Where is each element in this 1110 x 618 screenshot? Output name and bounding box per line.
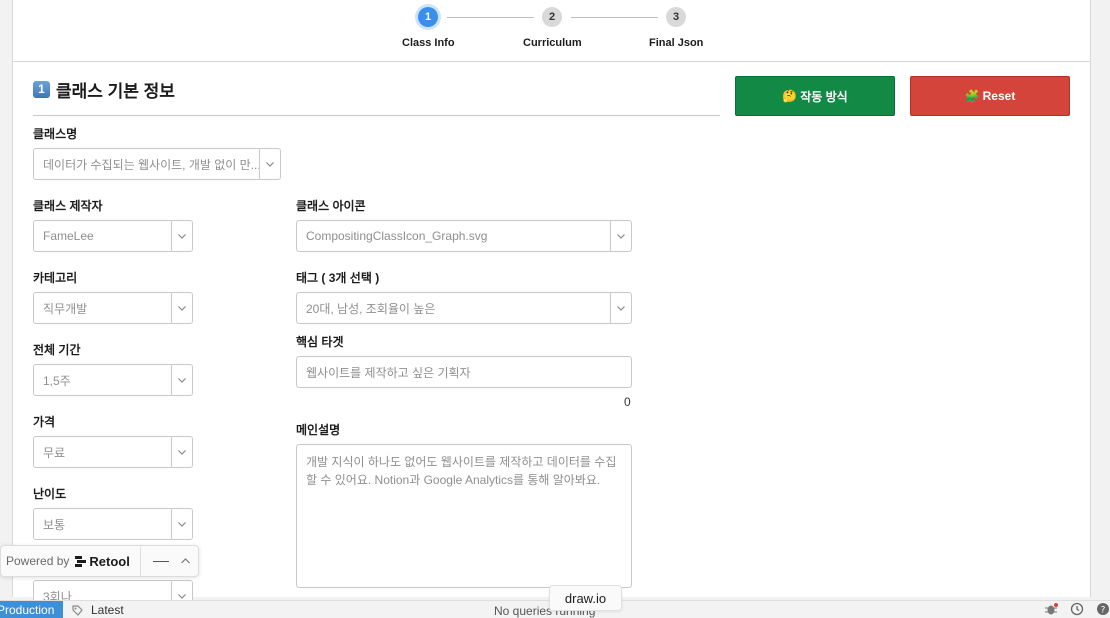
duration-select[interactable]: 1,5주 [33,364,193,396]
svg-text:?: ? [1101,606,1106,616]
step-1-label: Class Info [402,37,455,49]
step-3-circle[interactable]: 3 [666,7,686,27]
author-value: FameLee [43,229,94,243]
main-desc-textarea[interactable]: 개발 지식이 하나도 없어도 웹사이트를 제작하고 데이터를 수집할 수 있어요… [296,444,632,588]
chevron-down-icon[interactable] [259,149,280,179]
reset-button[interactable]: 🧩 Reset [910,76,1070,116]
duration-value: 1,5주 [43,373,71,388]
powered-by-label: Powered by [6,554,70,568]
step-2-circle[interactable]: 2 [542,7,562,27]
app-canvas: 1 2 3 Class Info Curriculum Final Json 1… [12,0,1091,612]
dots-icon[interactable] [152,560,169,563]
step-connector-1 [447,17,534,18]
release-label: Latest [91,603,124,617]
main-desc-label: 메인설명 [296,423,341,437]
author-select[interactable]: FameLee [33,220,193,252]
history-icon[interactable] [1070,602,1084,616]
price-value: 무료 [43,445,66,460]
reset-label: Reset [982,89,1016,103]
chevron-up-icon[interactable] [180,558,190,564]
category-select[interactable]: 직무개발 [33,292,193,324]
class-name-select[interactable]: 데이터가 수집되는 웹사이트, 개발 없이 만... [33,148,281,180]
progress-stepper: 1 2 3 Class Info Curriculum Final Json [13,0,1090,62]
target-label: 핵심 타겟 [296,335,344,349]
price-label: 가격 [33,415,56,429]
main-desc-placeholder: 개발 지식이 하나도 없어도 웹사이트를 제작하고 데이터를 수집할 수 있어요… [306,455,617,487]
price-select[interactable]: 무료 [33,436,193,468]
title-divider [33,115,720,116]
retool-logo: Retool [75,553,130,569]
target-placeholder: 웹사이트를 제작하고 싶은 기획자 [306,365,471,380]
section-title-text: 클래스 기본 정보 [56,82,175,101]
tooltip: draw.io [549,585,622,611]
environment-badge[interactable]: Production [0,601,63,618]
class-name-value: 데이터가 수집되는 웹사이트, 개발 없이 만... [43,157,259,172]
chevron-down-icon[interactable] [171,437,192,467]
step-2-label: Curriculum [523,37,582,49]
how-it-works-label: 작동 방식 [800,89,848,104]
chevron-down-icon[interactable] [171,293,192,323]
chevron-down-icon[interactable] [171,221,192,251]
number-badge-icon: 1 [33,81,50,98]
chevron-down-icon[interactable] [610,293,631,323]
target-char-count: 0 [624,395,631,409]
author-label: 클래스 제작자 [33,199,103,213]
retool-brand-text: Retool [89,553,130,569]
chevron-down-icon[interactable] [610,221,631,251]
step-connector-2 [571,17,658,18]
difficulty-label: 난이도 [33,487,67,501]
class-name-label: 클래스명 [33,127,78,141]
chevron-down-icon[interactable] [171,509,192,539]
release-selector[interactable]: Latest [72,603,124,617]
thinking-face-icon: 🤔 [782,89,798,103]
tags-select[interactable]: 20대, 남성, 조회율이 높은 [296,292,632,324]
how-it-works-button[interactable]: 🤔 작동 방식 [735,76,895,116]
puzzle-icon: 🧩 [964,89,980,103]
difficulty-value: 보통 [43,517,66,532]
tags-value: 20대, 남성, 조회율이 높은 [306,301,436,316]
retool-icon [75,555,87,567]
category-value: 직무개발 [43,301,88,316]
step-1-circle[interactable]: 1 [418,7,438,27]
tag-icon [72,604,83,616]
chevron-down-icon[interactable] [171,365,192,395]
help-icon[interactable]: ? [1096,602,1110,616]
duration-label: 전체 기간 [33,343,81,357]
category-label: 카테고리 [33,271,78,285]
difficulty-select[interactable]: 보통 [33,508,193,540]
powered-by-badge[interactable]: Powered by Retool [0,545,199,577]
class-icon-label: 클래스 아이콘 [296,199,366,213]
target-input[interactable]: 웹사이트를 제작하고 싶은 기획자 [296,356,632,388]
class-icon-select[interactable]: CompositingClassIcon_Graph.svg [296,220,632,252]
class-icon-value: CompositingClassIcon_Graph.svg [306,229,488,243]
bug-icon[interactable] [1044,602,1058,616]
step-3-label: Final Json [649,37,704,49]
section-title: 1 클래스 기본 정보 [33,77,175,102]
tags-label: 태그 ( 3개 선택 ) [296,271,380,285]
